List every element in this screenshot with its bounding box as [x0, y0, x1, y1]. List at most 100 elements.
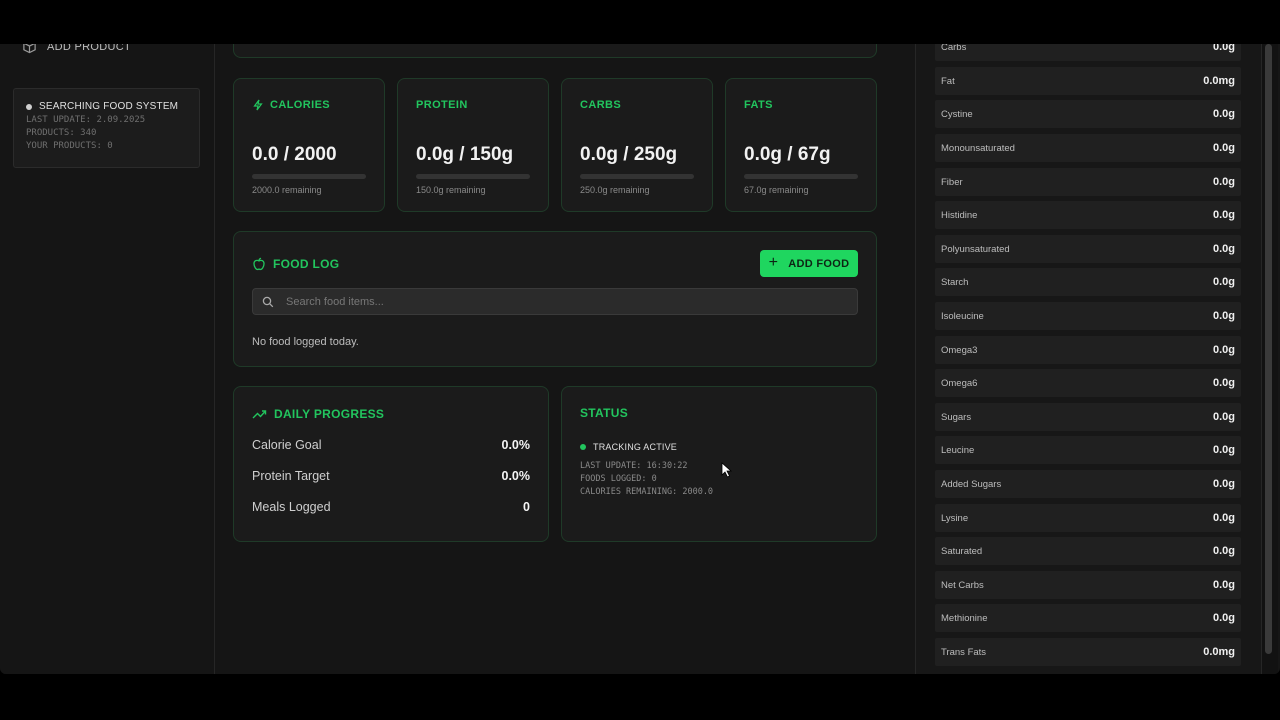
progress-row-value: 0.0% [501, 438, 531, 452]
stat-remaining: 67.0g remaining [744, 185, 809, 195]
nutrient-value: 0.0g [1212, 209, 1235, 221]
daily-progress-card: DAILY PROGRESS Calorie Goal 0.0% Protein… [233, 386, 549, 542]
scrollbar-thumb[interactable] [1265, 44, 1272, 654]
stat-label: FATS [744, 99, 773, 111]
nutrient-value: 0.0g [1212, 545, 1235, 557]
nutrient-value: 0.0g [1212, 444, 1235, 456]
progress-row-label: Protein Target [252, 469, 330, 483]
stat-head: CARBS [580, 99, 694, 111]
status-title: STATUS [580, 406, 629, 420]
nutrient-row: Methionine 0.0g [935, 604, 1241, 632]
nutrient-row: Trans Fats 0.0mg [935, 638, 1241, 666]
food-log-title-text: FOOD LOG [273, 256, 340, 271]
app-window: ADD PRODUCT SEARCHING FOOD SYSTEM LAST U… [0, 44, 1280, 674]
nutrient-name: Added Sugars [941, 478, 1002, 490]
stat-head: FATS [744, 99, 858, 111]
nutrient-row: Net Carbs 0.0g [935, 571, 1241, 599]
add-food-button[interactable]: + ADD FOOD [760, 250, 858, 277]
system-your-products: YOUR PRODUCTS: 0 [26, 141, 113, 151]
nutrient-value: 0.0g [1212, 108, 1235, 120]
stat-card-calories: CALORIES 0.0 / 2000 2000.0 remaining [233, 78, 385, 212]
nutrient-name: Saturated [941, 545, 983, 557]
nutrient-row: Lysine 0.0g [935, 504, 1241, 532]
empty-food-log-message: No food logged today. [252, 336, 359, 348]
stat-remaining: 2000.0 remaining [252, 185, 322, 195]
daily-progress-title: DAILY PROGRESS [252, 407, 530, 421]
nutrient-name: Omega6 [941, 377, 978, 389]
system-products: PRODUCTS: 340 [26, 128, 97, 138]
nutrient-value: 0.0g [1212, 512, 1235, 524]
nutrient-value: 0.0g [1212, 579, 1235, 591]
sidebar: ADD PRODUCT SEARCHING FOOD SYSTEM LAST U… [0, 44, 215, 674]
progress-row-value: 0.0% [501, 469, 531, 483]
nutrient-name: Fiber [941, 176, 963, 188]
stat-remaining: 150.0g remaining [416, 185, 486, 195]
progress-row-protein-target: Protein Target 0.0% [252, 469, 530, 483]
nutrient-row: Sugars 0.0g [935, 403, 1241, 431]
food-search-box[interactable] [252, 288, 858, 315]
stat-value: 0.0 / 2000 [252, 144, 337, 165]
stat-card-carbs: CARBS 0.0g / 250g 250.0g remaining [561, 78, 713, 212]
food-search-input[interactable] [284, 294, 828, 309]
nutrient-row: Added Sugars 0.0g [935, 470, 1241, 498]
daily-progress-title-text: DAILY PROGRESS [274, 407, 385, 421]
nutrient-value: 0.0g [1212, 377, 1235, 389]
box-icon [23, 44, 36, 54]
progress-bar [416, 174, 530, 179]
add-product-label: ADD PRODUCT [47, 44, 131, 53]
nutrient-value: 0.0mg [1203, 646, 1235, 658]
nutrient-row: Fiber 0.0g [935, 168, 1241, 196]
nutrient-value: 0.0g [1212, 276, 1235, 288]
nutrient-row: Polyunsaturated 0.0g [935, 235, 1241, 263]
stat-label: PROTEIN [416, 99, 468, 111]
progress-row-calorie-goal: Calorie Goal 0.0% [252, 438, 530, 452]
system-title: SEARCHING FOOD SYSTEM [26, 101, 187, 112]
nutrient-name: Leucine [941, 444, 975, 456]
progress-bar [744, 174, 858, 179]
nutrient-row: Omega3 0.0g [935, 336, 1241, 364]
nutrient-name: Starch [941, 276, 969, 288]
nutrients-panel: Carbs 0.0g Fat 0.0mg Cystine 0.0g Monounsat… [915, 44, 1262, 674]
stat-value: 0.0g / 250g [580, 144, 678, 165]
nutrient-name: Omega3 [941, 344, 978, 356]
nutrient-name: Cystine [941, 108, 973, 120]
nutrient-name: Histidine [941, 209, 978, 221]
top-card-edge [233, 44, 877, 58]
status-last-update: LAST UPDATE: 16:30:22 [580, 461, 688, 471]
page-scrollbar[interactable] [1262, 44, 1278, 674]
stat-card-protein: PROTEIN 0.0g / 150g 150.0g remaining [397, 78, 549, 212]
mouse-cursor-icon [721, 462, 733, 478]
nutrient-value: 0.0g [1212, 411, 1235, 423]
progress-bar [580, 174, 694, 179]
status-dot-icon [26, 103, 32, 110]
nutrient-row: Leucine 0.0g [935, 436, 1241, 464]
nutrient-value: 0.0g [1212, 176, 1235, 188]
progress-row-meals-logged: Meals Logged 0 [252, 500, 530, 514]
progress-row-value: 0 [523, 500, 530, 514]
add-product-button[interactable]: ADD PRODUCT [22, 44, 131, 54]
stat-label: CARBS [580, 99, 622, 111]
nutrient-name: Net Carbs [941, 579, 984, 591]
system-info-panel: SEARCHING FOOD SYSTEM LAST UPDATE: 2.09.… [13, 88, 200, 168]
nutrient-value: 0.0g [1212, 310, 1235, 322]
main-content: CALORIES 0.0 / 2000 2000.0 remaining PRO… [215, 44, 915, 674]
nutrient-value: 0.0g [1212, 478, 1235, 490]
status-card: STATUS TRACKING ACTIVE LAST UPDATE: 16:3… [561, 386, 877, 542]
nutrient-value: 0.0g [1212, 142, 1235, 154]
stat-remaining: 250.0g remaining [580, 185, 650, 195]
nutrient-row: Carbs 0.0g [935, 44, 1241, 61]
progress-row-label: Meals Logged [252, 500, 331, 514]
nutrient-row: Omega6 0.0g [935, 369, 1241, 397]
lightning-icon [253, 99, 263, 111]
food-log-header: FOOD LOG + ADD FOOD [252, 250, 858, 277]
status-calories-remaining: CALORIES REMAINING: 2000.0 [580, 487, 714, 497]
nutrient-row: Monounsaturated 0.0g [935, 134, 1241, 162]
nutrient-name: Trans Fats [941, 646, 987, 658]
progress-row-label: Calorie Goal [252, 438, 322, 452]
progress-bar [252, 174, 366, 179]
nutrient-name: Sugars [941, 411, 972, 423]
nutrient-name: Monounsaturated [941, 142, 1015, 154]
nutrient-row: Cystine 0.0g [935, 100, 1241, 128]
nutrient-value: 0.0mg [1203, 75, 1235, 87]
system-last-update: LAST UPDATE: 2.09.2025 [26, 115, 146, 125]
